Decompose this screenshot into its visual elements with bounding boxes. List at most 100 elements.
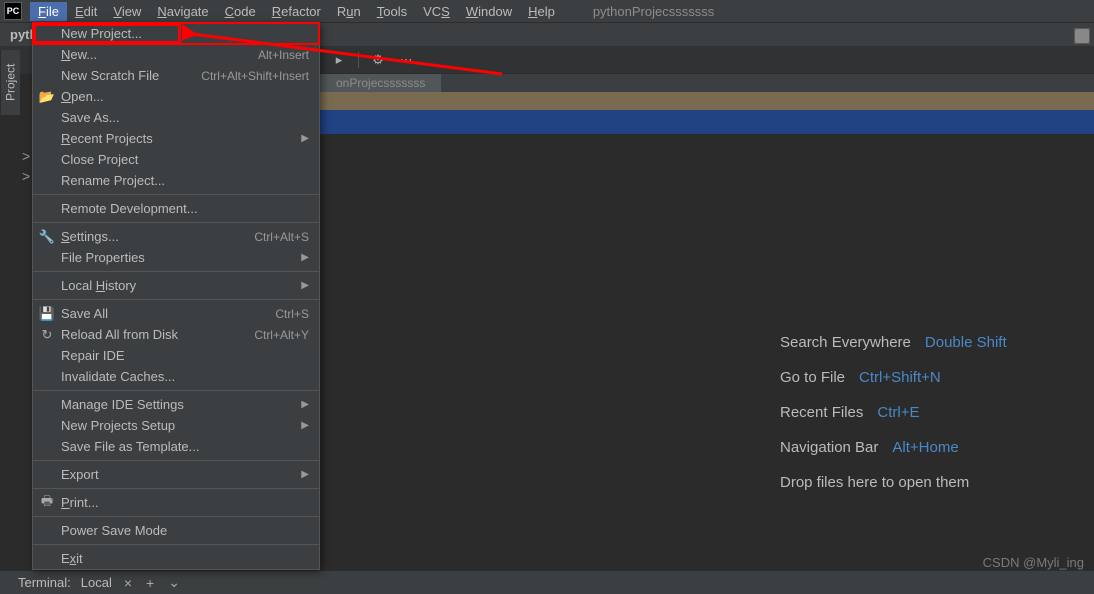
terminal-tab-label[interactable]: Terminal: [18, 575, 71, 590]
menu-item-print[interactable]: 🖶 Print... [33, 492, 319, 513]
menu-item-recent-projects[interactable]: Recent Projects▶ [33, 128, 319, 149]
menu-separator [33, 544, 319, 545]
welcome-tip-shortcut: Double Shift [925, 334, 1007, 351]
menu-separator [33, 194, 319, 195]
menubar-item-code[interactable]: Code [217, 2, 264, 21]
menu-item-label: Save All [61, 306, 275, 321]
menu-item-new[interactable]: New...Alt+Insert [33, 44, 319, 65]
tree-collapse-marker[interactable]: > [22, 148, 30, 164]
menu-separator [33, 488, 319, 489]
welcome-drop-hint: Drop files here to open them [780, 474, 1094, 491]
menu-separator [33, 460, 319, 461]
watermark-text: CSDN @Myli_ing [983, 555, 1084, 570]
editor-area: onProjecsssssss Search Everywhere Double … [320, 74, 1094, 576]
welcome-tip-label: Search Everywhere [780, 334, 911, 351]
wrench-icon: 🔧 [39, 229, 55, 245]
close-icon[interactable]: × [122, 575, 134, 591]
editor-tab[interactable]: onProjecsssssss [320, 74, 441, 92]
menu-item-invalidate-caches[interactable]: Invalidate Caches... [33, 366, 319, 387]
welcome-tip-label: Navigation Bar [780, 439, 878, 456]
menu-item-label: Rename Project... [61, 173, 309, 188]
menu-item-label: Save File as Template... [61, 439, 309, 454]
menu-item-close-project[interactable]: Close Project [33, 149, 319, 170]
overflow-icon[interactable]: ⋯ [397, 51, 415, 69]
gear-icon[interactable]: ⚙ [369, 51, 387, 69]
menu-separator [33, 516, 319, 517]
menu-item-export[interactable]: Export▶ [33, 464, 319, 485]
menubar-item-run[interactable]: Run [329, 2, 369, 21]
welcome-tip-row: Search Everywhere Double Shift [780, 334, 1094, 351]
plus-icon[interactable]: + [144, 575, 156, 591]
welcome-tip-label: Go to File [780, 369, 845, 386]
project-name-label: pythonProjecsssssss [593, 4, 714, 19]
folder-open-icon: 📂 [39, 89, 55, 105]
project-tool-window-tab[interactable]: Project [0, 50, 20, 115]
menu-shortcut: Ctrl+Alt+Shift+Insert [201, 69, 309, 83]
menubar-item-window[interactable]: Window [458, 2, 520, 21]
submenu-arrow-icon: ▶ [301, 399, 309, 410]
toolbar-separator [358, 52, 359, 68]
menubar-item-vcs[interactable]: VCS [415, 2, 458, 21]
menu-item-remote-development[interactable]: Remote Development... [33, 198, 319, 219]
menu-item-reload-all-from-disk[interactable]: ↻ Reload All from DiskCtrl+Alt+Y [33, 324, 319, 345]
menu-item-save-all[interactable]: 💾 Save AllCtrl+S [33, 303, 319, 324]
menu-item-repair-ide[interactable]: Repair IDE [33, 345, 319, 366]
menubar-item-navigate[interactable]: Navigate [149, 2, 216, 21]
welcome-tip-row: Go to FileCtrl+Shift+N [780, 369, 1094, 386]
file-menu-dropdown: New Project... New...Alt+InsertNew Scratc… [32, 22, 320, 570]
menu-item-save-as[interactable]: Save As... [33, 107, 319, 128]
chevron-down-icon[interactable]: ⌄ [166, 574, 182, 591]
menu-item-label: Print... [61, 495, 309, 510]
menubar-item-edit[interactable]: Edit [67, 2, 105, 21]
bottom-tool-bar: Terminal: Local × + ⌄ [0, 570, 1094, 594]
menu-item-rename-project[interactable]: Rename Project... [33, 170, 319, 191]
menu-item-local-history[interactable]: Local History▶ [33, 275, 319, 296]
menu-item-exit[interactable]: Exit [33, 548, 319, 569]
menu-shortcut: Ctrl+Alt+S [254, 230, 309, 244]
welcome-tip-row: Recent FilesCtrl+E [780, 404, 1094, 421]
menu-item-label: Recent Projects [61, 131, 301, 146]
menu-separator [33, 271, 319, 272]
menubar-item-help[interactable]: Help [520, 2, 563, 21]
submenu-arrow-icon: ▶ [301, 252, 309, 263]
submenu-arrow-icon: ▶ [301, 469, 309, 480]
menubar: PC FileEditViewNavigateCodeRefactorRunTo… [0, 0, 1094, 22]
menu-item-manage-ide-settings[interactable]: Manage IDE Settings▶ [33, 394, 319, 415]
menu-item-file-properties[interactable]: File Properties▶ [33, 247, 319, 268]
print-icon: 🖶 [39, 495, 55, 511]
menu-item-label: New Projects Setup [61, 418, 301, 433]
menu-item-label: Reload All from Disk [61, 327, 254, 342]
menu-item-new-project[interactable]: New Project... [33, 23, 319, 44]
menu-shortcut: Ctrl+S [275, 307, 309, 321]
menu-item-label: Close Project [61, 152, 309, 167]
terminal-session-label[interactable]: Local [81, 575, 112, 590]
menu-item-label: New... [61, 47, 258, 62]
menu-separator [33, 390, 319, 391]
menu-item-label: Remote Development... [61, 201, 309, 216]
tree-collapse-marker[interactable]: > [22, 168, 30, 184]
avatar-icon [1075, 29, 1089, 43]
menubar-item-view[interactable]: View [105, 2, 149, 21]
menubar-item-tools[interactable]: Tools [369, 2, 415, 21]
menu-item-new-projects-setup[interactable]: New Projects Setup▶ [33, 415, 319, 436]
menu-item-new-scratch-file[interactable]: New Scratch FileCtrl+Alt+Shift+Insert [33, 65, 319, 86]
hammer-icon[interactable]: ▸ [330, 51, 348, 69]
menu-item-settings[interactable]: 🔧Settings...Ctrl+Alt+S [33, 226, 319, 247]
menu-item-open[interactable]: 📂 Open... [33, 86, 319, 107]
welcome-tip-row: Navigation BarAlt+Home [780, 439, 1094, 456]
menubar-item-refactor[interactable]: Refactor [264, 2, 329, 21]
reload-icon: ↻ [39, 327, 55, 343]
menubar-item-file[interactable]: File [30, 2, 67, 21]
user-avatar-button[interactable] [1074, 28, 1090, 44]
menu-item-save-file-as-template[interactable]: Save File as Template... [33, 436, 319, 457]
menu-item-label: Export [61, 467, 301, 482]
menu-separator [33, 222, 319, 223]
welcome-tips: Search Everywhere Double Shift Go to FileC… [780, 334, 1094, 491]
save-icon: 💾 [39, 306, 55, 322]
menu-item-label: Open... [61, 89, 309, 104]
menu-shortcut: Ctrl+Alt+Y [254, 328, 309, 342]
app-icon: PC [4, 2, 22, 20]
menu-item-power-save-mode[interactable]: Power Save Mode [33, 520, 319, 541]
menu-item-label: New Project... [61, 26, 309, 41]
menu-item-label: Power Save Mode [61, 523, 309, 538]
